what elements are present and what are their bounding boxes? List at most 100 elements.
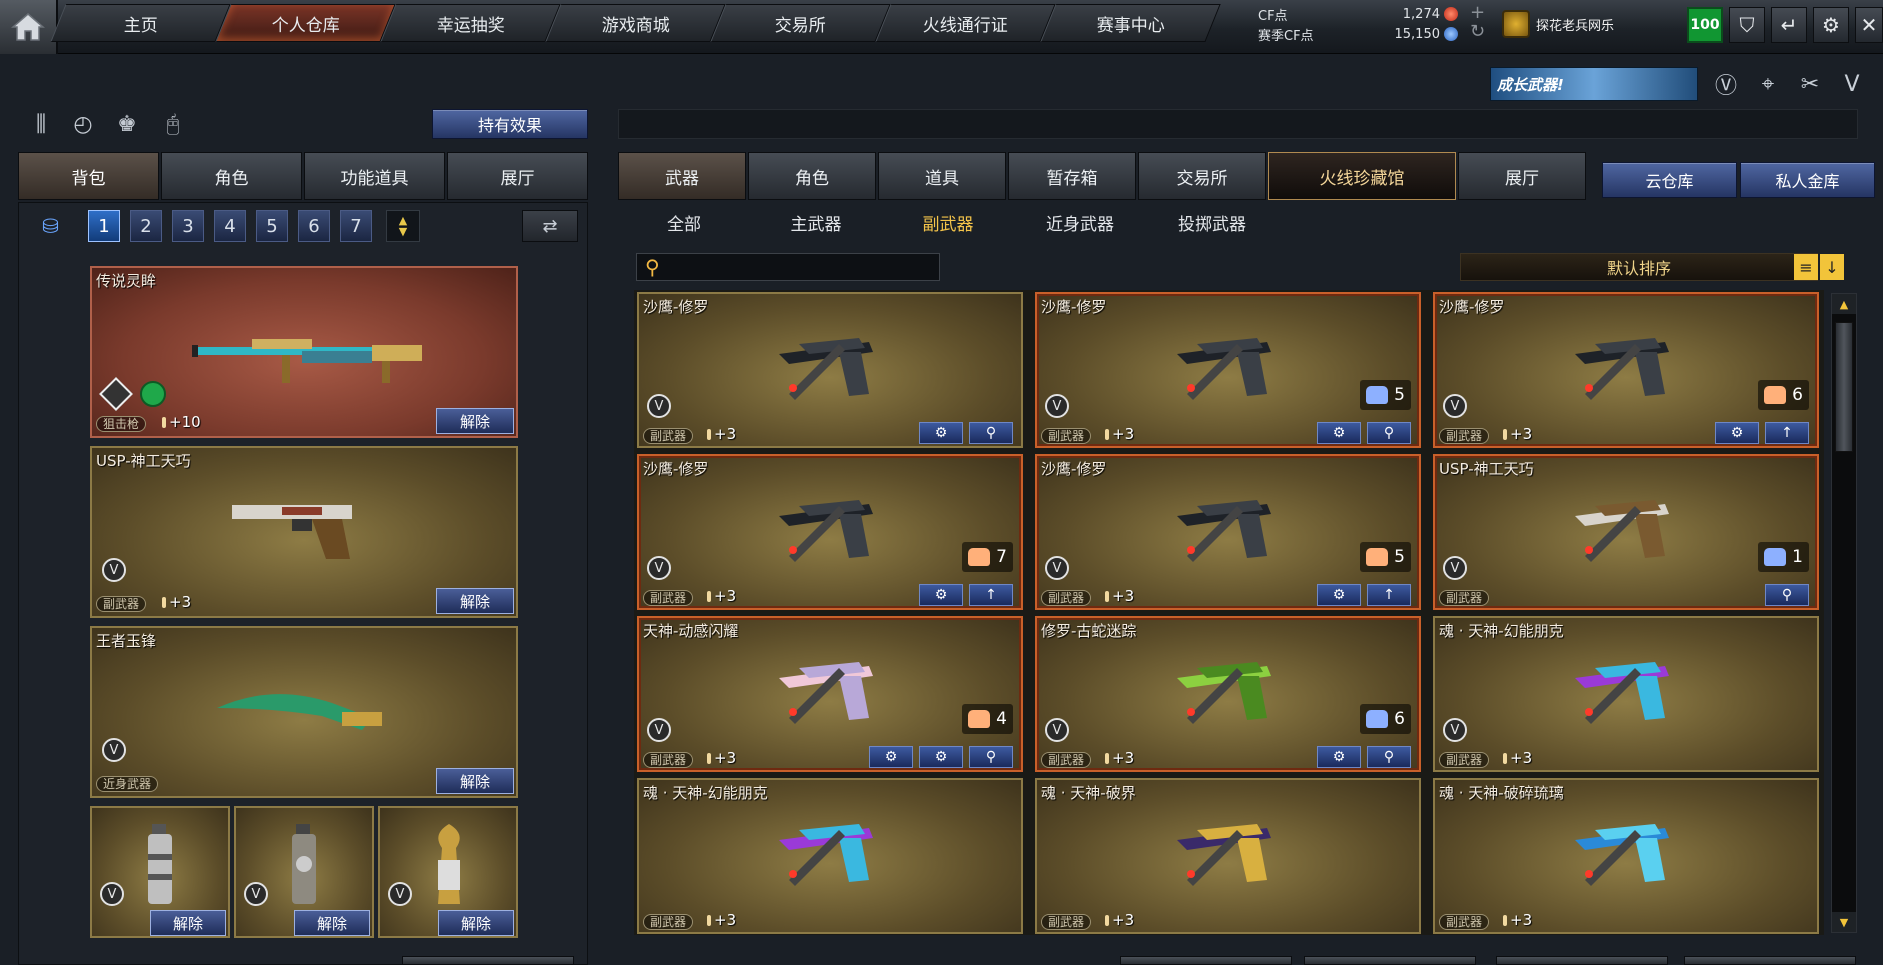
- weapon-subtab[interactable]: 副武器: [882, 206, 1014, 238]
- page-stepper[interactable]: ▲ ▼: [386, 210, 420, 242]
- magnify-icon[interactable]: ⚲: [1367, 422, 1411, 444]
- warehouse-tab[interactable]: 暂存箱: [1008, 152, 1136, 200]
- transfer-button[interactable]: ⇄: [522, 210, 578, 242]
- scroll-thumb[interactable]: [1835, 322, 1853, 452]
- warehouse-tab[interactable]: 道具: [878, 152, 1006, 200]
- growth-weapon-banner[interactable]: 成长武器!: [1490, 67, 1698, 101]
- mouse-icon[interactable]: 🖰: [158, 109, 188, 139]
- warehouse-tab[interactable]: 展厅: [1458, 152, 1586, 200]
- equipped-slot-melee[interactable]: 王者玉锋 V 近身武器 解除: [90, 626, 518, 798]
- inventory-item-card[interactable]: 沙鹰-修罗 V 副武器 +3 6 ⚙ ↑: [1433, 292, 1819, 448]
- page-button[interactable]: 1: [88, 210, 120, 242]
- magnify-icon[interactable]: ⚲: [969, 746, 1013, 768]
- player-info[interactable]: 探花老兵网乐: [1502, 8, 1614, 40]
- chevron-down-icon[interactable]: ▼: [399, 226, 407, 237]
- left-tab[interactable]: 角色: [161, 152, 302, 200]
- nav-tab[interactable]: 幸运抽奖: [380, 4, 561, 42]
- page-button[interactable]: 4: [214, 210, 246, 242]
- bottom-button[interactable]: [1496, 956, 1668, 965]
- weapon-subtab[interactable]: 主武器: [750, 206, 882, 238]
- nav-tab[interactable]: 火线通行证: [875, 4, 1056, 42]
- unequip-button[interactable]: 解除: [150, 910, 226, 936]
- shield-icon[interactable]: ⛉: [1729, 7, 1765, 43]
- warehouse-tab[interactable]: 武器: [618, 152, 746, 200]
- left-tab[interactable]: 背包: [18, 152, 159, 200]
- scroll-up-icon[interactable]: ▲: [1832, 294, 1856, 314]
- equipped-slot-grenade-3[interactable]: V 解除: [378, 806, 518, 938]
- settings-icon[interactable]: ⚙: [1317, 746, 1361, 768]
- weapon-subtab[interactable]: 全部: [618, 206, 750, 238]
- close-icon[interactable]: ✕: [1855, 7, 1883, 43]
- left-tab[interactable]: 功能道具: [304, 152, 445, 200]
- page-button[interactable]: 6: [298, 210, 330, 242]
- character-icon[interactable]: ♚: [112, 109, 142, 139]
- magnify-icon[interactable]: ⚲: [1765, 584, 1809, 606]
- scroll-down-icon[interactable]: ▼: [1832, 912, 1856, 932]
- equipped-slot-pistol[interactable]: USP-神工天巧 V 副武器 +3 解除: [90, 446, 518, 618]
- home-button[interactable]: [0, 0, 58, 54]
- nav-tab[interactable]: 主页: [50, 4, 231, 42]
- equipped-slot-grenade-1[interactable]: V 解除: [90, 806, 230, 938]
- upgrade-arrow-icon[interactable]: ↑: [969, 584, 1013, 606]
- equipped-slot-grenade-2[interactable]: V 解除: [234, 806, 374, 938]
- inventory-item-card[interactable]: 沙鹰-修罗 V 副武器 +3 5 ⚙ ↑: [1035, 454, 1421, 610]
- weapon-subtab[interactable]: 近身武器: [1014, 206, 1146, 238]
- settings-icon[interactable]: ⚙: [919, 584, 963, 606]
- magnify-icon[interactable]: ⚲: [969, 422, 1013, 444]
- crosshair-icon[interactable]: ⌖: [1752, 68, 1784, 100]
- bottom-button[interactable]: [1120, 956, 1292, 965]
- sort-dropdown[interactable]: 默认排序: [1460, 253, 1818, 281]
- stats-icon[interactable]: ⫼: [26, 109, 56, 139]
- warehouse-tab[interactable]: 角色: [748, 152, 876, 200]
- magnify-icon[interactable]: ⚲: [1367, 746, 1411, 768]
- effects-button[interactable]: 持有效果: [432, 109, 588, 139]
- upgrade-arrow-icon[interactable]: ↑: [1367, 584, 1411, 606]
- sort-menu-icon[interactable]: ≡: [1794, 254, 1818, 280]
- inventory-item-card[interactable]: 沙鹰-修罗 V 副武器 +3 5 ⚙ ⚲: [1035, 292, 1421, 448]
- bottom-button[interactable]: [402, 956, 574, 965]
- unequip-button[interactable]: 解除: [436, 588, 514, 614]
- inventory-item-card[interactable]: 沙鹰-修罗 V 副武器 +3 7 ⚙ ↑: [637, 454, 1023, 610]
- search-field[interactable]: ⚲: [636, 253, 940, 281]
- inventory-item-card[interactable]: 魂 · 天神-幻能朋克V副武器+3: [637, 778, 1023, 934]
- sort-direction-icon[interactable]: ↓: [1820, 254, 1844, 280]
- refresh-icon[interactable]: ↻: [1470, 22, 1485, 42]
- weapon-subtab[interactable]: 投掷武器: [1146, 206, 1278, 238]
- page-button[interactable]: 5: [256, 210, 288, 242]
- bottom-button[interactable]: [1684, 956, 1856, 965]
- settings-icon[interactable]: ⚙: [1715, 422, 1759, 444]
- scrollbar[interactable]: ▲ ▼: [1831, 293, 1857, 933]
- upgrade-arrow-icon[interactable]: ↑: [1765, 422, 1809, 444]
- gear-icon[interactable]: ⚙: [1813, 7, 1849, 43]
- settings-icon[interactable]: ⚙: [1317, 422, 1361, 444]
- nav-tab[interactable]: 个人仓库: [215, 4, 396, 42]
- inventory-item-card[interactable]: 沙鹰-修罗 V 副武器 +3 ⚙ ⚲: [637, 292, 1023, 448]
- page-button[interactable]: 7: [340, 210, 372, 242]
- recharge-plus-icon[interactable]: +: [1470, 3, 1485, 23]
- equipped-slot-sniper[interactable]: 传说灵眸 狙击枪 +10 解除: [90, 266, 518, 438]
- warehouse-tab[interactable]: 火线珍藏馆: [1268, 152, 1456, 200]
- left-tab[interactable]: 展厅: [447, 152, 588, 200]
- return-icon[interactable]: ↵: [1771, 7, 1807, 43]
- page-button[interactable]: 3: [172, 210, 204, 242]
- bottom-button[interactable]: [1304, 956, 1476, 965]
- search-input[interactable]: [671, 256, 933, 278]
- settings-icon[interactable]: ⚙: [1317, 584, 1361, 606]
- cloud-storage-button[interactable]: 云仓库: [1602, 162, 1737, 198]
- inventory-item-card[interactable]: 魂 · 天神-破碎琉璃V副武器+3: [1433, 778, 1819, 934]
- inventory-item-card[interactable]: 魂 · 天神-幻能朋克V副武器+3: [1433, 616, 1819, 772]
- inventory-item-card[interactable]: 魂 · 天神-破界V副武器+3: [1035, 778, 1421, 934]
- settings-icon[interactable]: ⚙: [919, 422, 963, 444]
- unequip-button[interactable]: 解除: [438, 910, 514, 936]
- v-medal-icon[interactable]: Ⓥ: [1710, 68, 1742, 100]
- warehouse-tab[interactable]: 交易所: [1138, 152, 1266, 200]
- private-vault-button[interactable]: 私人金库: [1740, 162, 1875, 198]
- unequip-button[interactable]: 解除: [436, 408, 514, 434]
- inventory-item-card[interactable]: USP-神工天巧 V 副武器 1 ⚲: [1433, 454, 1819, 610]
- nav-tab[interactable]: 交易所: [710, 4, 891, 42]
- unequip-button[interactable]: 解除: [436, 768, 514, 794]
- history-icon[interactable]: ◴: [68, 109, 98, 139]
- nav-tab[interactable]: 游戏商城: [545, 4, 726, 42]
- inventory-item-card[interactable]: 修罗-古蛇迷踪 V 副武器 +3 6 ⚙ ⚲: [1035, 616, 1421, 772]
- unequip-button[interactable]: 解除: [294, 910, 370, 936]
